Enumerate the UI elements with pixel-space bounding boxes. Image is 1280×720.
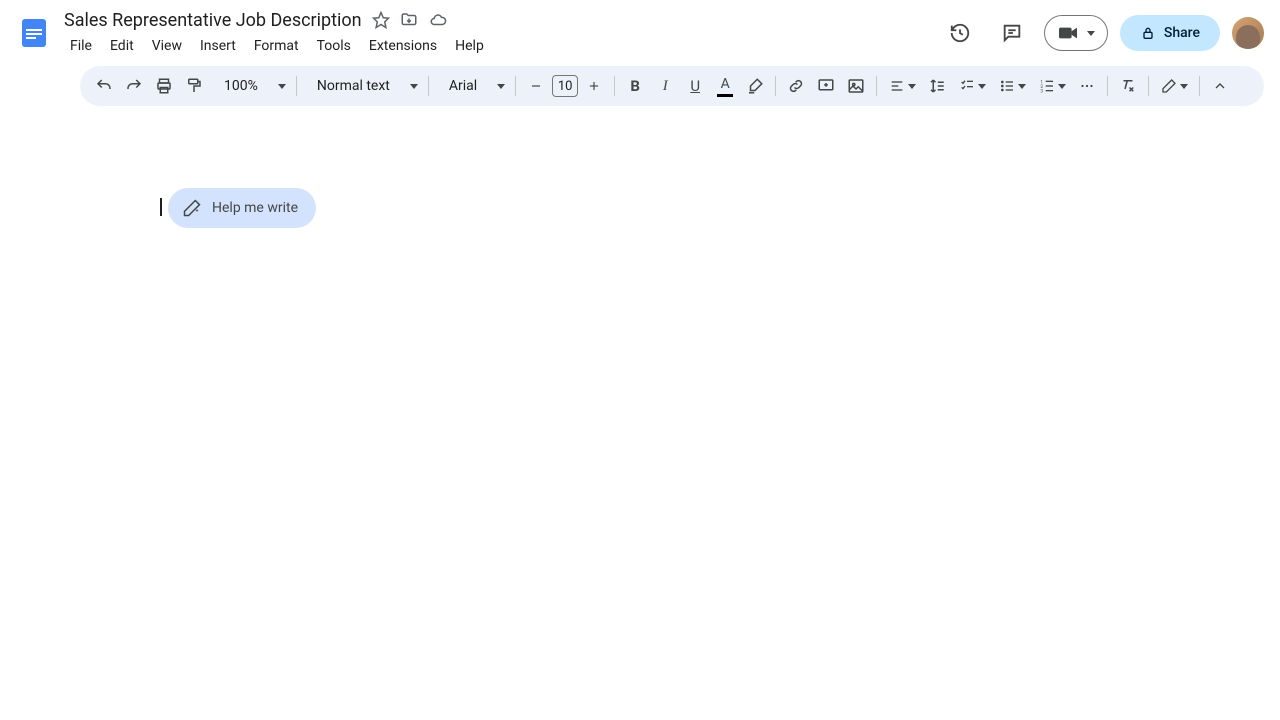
font-size-input[interactable]: 10 bbox=[552, 75, 578, 97]
increase-font-size-icon[interactable] bbox=[580, 72, 608, 100]
docs-logo-icon[interactable] bbox=[16, 9, 52, 57]
menu-view[interactable]: View bbox=[144, 34, 190, 58]
chevron-down-icon bbox=[410, 84, 418, 89]
paragraph-style-dropdown[interactable]: Normal text bbox=[303, 72, 422, 100]
separator bbox=[515, 76, 516, 96]
chevron-down-icon bbox=[1180, 84, 1188, 89]
separator bbox=[1107, 76, 1108, 96]
collapse-toolbar-icon[interactable] bbox=[1206, 72, 1234, 100]
separator bbox=[1148, 76, 1149, 96]
title-area: Sales Representative Job Description Fil… bbox=[64, 8, 928, 58]
history-icon[interactable] bbox=[940, 13, 980, 53]
menu-insert[interactable]: Insert bbox=[192, 34, 244, 58]
more-options-icon[interactable] bbox=[1073, 72, 1101, 100]
checklist-dropdown[interactable] bbox=[953, 72, 991, 100]
add-comment-icon[interactable] bbox=[812, 72, 840, 100]
highlight-color-icon[interactable] bbox=[741, 72, 769, 100]
chevron-down-icon bbox=[1087, 31, 1095, 36]
document-canvas: Help me write bbox=[0, 106, 1280, 686]
document-page[interactable]: Help me write bbox=[60, 126, 1220, 686]
move-icon[interactable] bbox=[400, 11, 418, 29]
text-color-icon[interactable]: A bbox=[711, 72, 739, 100]
paragraph-style-value: Normal text bbox=[311, 78, 396, 94]
paint-format-icon[interactable] bbox=[180, 72, 208, 100]
print-icon[interactable] bbox=[150, 72, 178, 100]
editing-mode-dropdown[interactable] bbox=[1155, 72, 1193, 100]
menu-help[interactable]: Help bbox=[447, 34, 492, 58]
menu-tools[interactable]: Tools bbox=[309, 34, 359, 58]
chevron-down-icon bbox=[908, 84, 916, 89]
chevron-down-icon bbox=[1018, 84, 1026, 89]
separator bbox=[1199, 76, 1200, 96]
font-size-value: 10 bbox=[558, 79, 573, 94]
chevron-down-icon bbox=[1058, 84, 1066, 89]
svg-text:3: 3 bbox=[1040, 89, 1043, 94]
account-avatar[interactable] bbox=[1232, 17, 1264, 49]
bulleted-list-dropdown[interactable] bbox=[993, 72, 1031, 100]
text-cursor bbox=[160, 198, 162, 216]
comments-icon[interactable] bbox=[992, 13, 1032, 53]
insert-link-icon[interactable] bbox=[782, 72, 810, 100]
zoom-dropdown[interactable]: 100% bbox=[210, 72, 290, 100]
meet-button[interactable] bbox=[1044, 15, 1108, 51]
separator bbox=[876, 76, 877, 96]
menu-format[interactable]: Format bbox=[246, 34, 307, 58]
star-icon[interactable] bbox=[372, 11, 390, 29]
align-dropdown[interactable] bbox=[883, 72, 921, 100]
undo-icon[interactable] bbox=[90, 72, 118, 100]
font-value: Arial bbox=[443, 78, 483, 94]
chevron-down-icon bbox=[278, 84, 286, 89]
document-title[interactable]: Sales Representative Job Description bbox=[64, 10, 362, 31]
menu-edit[interactable]: Edit bbox=[102, 34, 142, 58]
line-spacing-icon[interactable] bbox=[923, 72, 951, 100]
separator bbox=[296, 76, 297, 96]
toolbar: 100% Normal text Arial 10 B I U A bbox=[80, 66, 1264, 106]
bold-icon[interactable]: B bbox=[621, 72, 649, 100]
cloud-status-icon[interactable] bbox=[428, 11, 448, 29]
header-bar: Sales Representative Job Description Fil… bbox=[0, 0, 1280, 58]
menu-extensions[interactable]: Extensions bbox=[361, 34, 445, 58]
help-me-write-button[interactable]: Help me write bbox=[168, 188, 316, 228]
chevron-down-icon bbox=[497, 84, 505, 89]
underline-icon[interactable]: U bbox=[681, 72, 709, 100]
italic-icon[interactable]: I bbox=[651, 72, 679, 100]
separator bbox=[775, 76, 776, 96]
help-me-write-label: Help me write bbox=[212, 200, 298, 216]
clear-formatting-icon[interactable] bbox=[1114, 72, 1142, 100]
numbered-list-dropdown[interactable]: 123 bbox=[1033, 72, 1071, 100]
chevron-down-icon bbox=[978, 84, 986, 89]
redo-icon[interactable] bbox=[120, 72, 148, 100]
font-dropdown[interactable]: Arial bbox=[435, 72, 509, 100]
zoom-value: 100% bbox=[218, 78, 264, 94]
pencil-sparkle-icon bbox=[182, 198, 202, 218]
insert-image-icon[interactable] bbox=[842, 72, 870, 100]
share-button-label: Share bbox=[1164, 25, 1200, 41]
share-button[interactable]: Share bbox=[1120, 15, 1220, 51]
separator bbox=[428, 76, 429, 96]
menu-file[interactable]: File bbox=[64, 34, 100, 58]
menu-bar: File Edit View Insert Format Tools Exten… bbox=[64, 34, 928, 58]
decrease-font-size-icon[interactable] bbox=[522, 72, 550, 100]
separator bbox=[614, 76, 615, 96]
header-actions: Share bbox=[940, 13, 1264, 53]
